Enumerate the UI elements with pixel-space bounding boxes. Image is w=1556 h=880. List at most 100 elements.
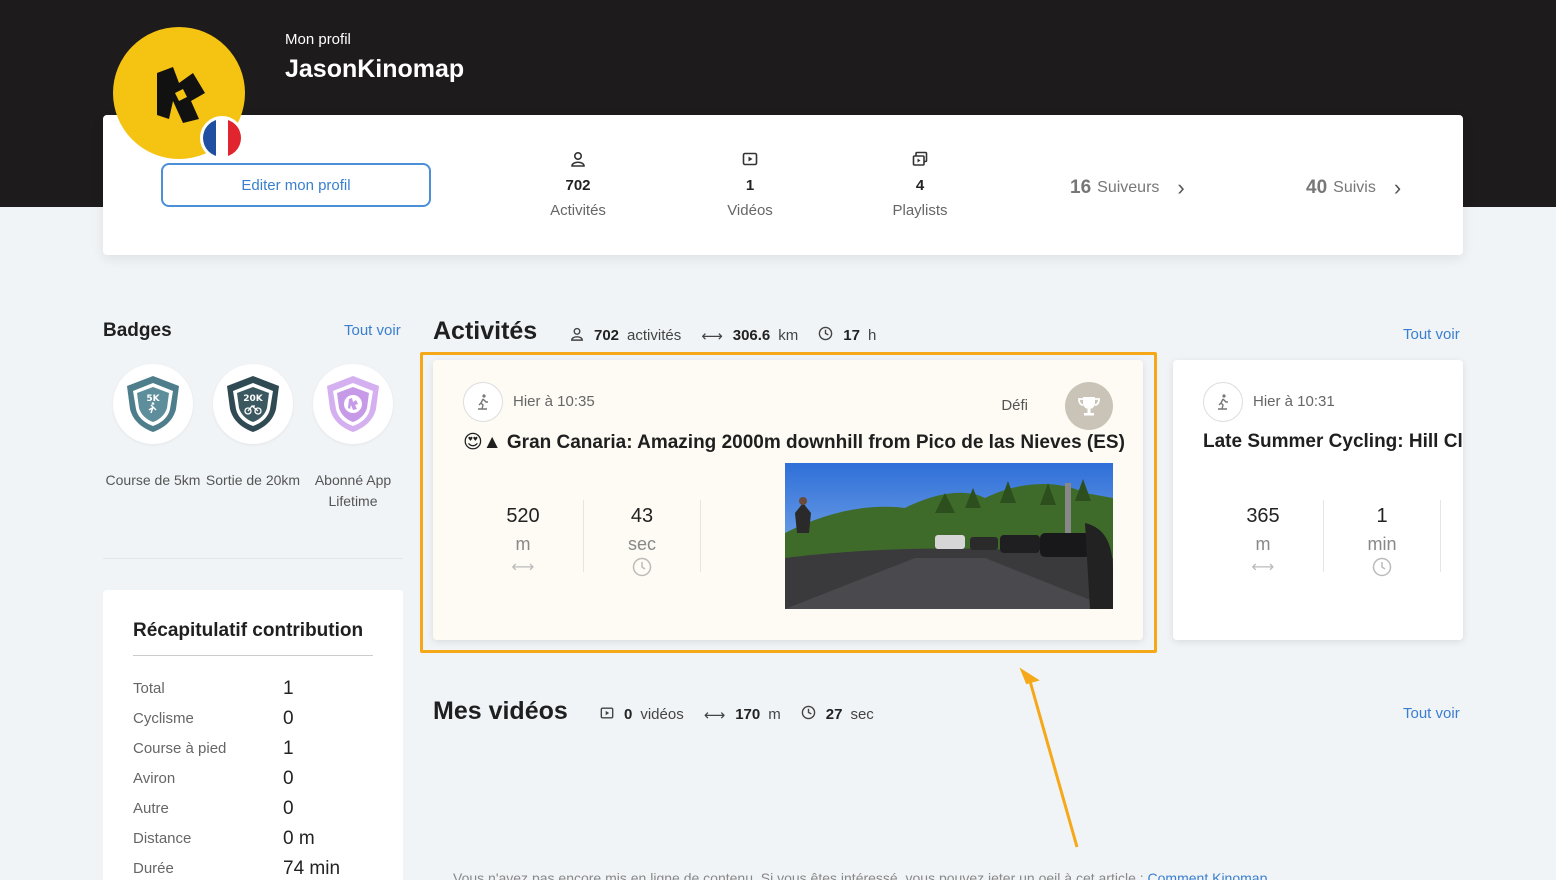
activity-card[interactable]: Hier à 10:35 Défi 😍▲ Gran Canaria: Amazi… <box>433 360 1143 640</box>
activity-video-thumbnail[interactable] <box>785 463 1113 609</box>
activities-see-all-link[interactable]: Tout voir <box>1403 326 1460 343</box>
recap-row-label: Durée <box>133 860 174 877</box>
clock-icon <box>592 557 692 577</box>
activities-count-unit: activités <box>627 327 682 344</box>
activity-distance-unit: m <box>1255 534 1271 554</box>
profile-label: Mon profil <box>285 31 351 48</box>
following-count: 40 <box>1306 177 1328 198</box>
recap-row-label: Aviron <box>133 770 176 787</box>
video-icon <box>600 706 614 724</box>
activities-duration-unit: h <box>867 327 877 344</box>
clock-icon <box>818 326 833 345</box>
activity-card[interactable]: Hier à 10:31 Late Summer Cycling: Hill C… <box>1173 360 1463 640</box>
metric-divider <box>1323 500 1324 572</box>
stat-activities-value: 702 <box>565 177 591 194</box>
badge-lifetime[interactable]: Abonné App Lifetime <box>313 364 393 512</box>
kinomap-article-link[interactable]: Comment Kinomap <box>1148 870 1268 880</box>
recap-row-value: 0 <box>283 798 294 819</box>
videos-summary: 0 vidéos ⟷ 170 m 27 sec <box>600 705 874 724</box>
activities-distance: 306.6 <box>732 327 771 344</box>
stat-videos[interactable]: 1 Vidéos <box>680 151 820 219</box>
activity-time: Hier à 10:35 <box>513 393 595 410</box>
recap-row-label: Total <box>133 680 165 697</box>
user-icon <box>508 151 648 169</box>
france-flag-icon <box>200 116 244 160</box>
badges-see-all-link[interactable]: Tout voir <box>344 322 401 339</box>
trophy-icon <box>1065 382 1113 430</box>
badge-20k-shield-icon: 20K <box>227 376 279 432</box>
activity-duration-value: 43 <box>630 505 654 527</box>
stat-videos-label: Vidéos <box>727 202 773 219</box>
sidebar-divider <box>103 558 403 559</box>
stat-playlists-value: 4 <box>915 177 925 194</box>
video-icon <box>680 151 820 169</box>
activities-duration: 17 <box>843 327 860 344</box>
walking-icon <box>463 382 503 422</box>
annotation-arrow-icon <box>1019 667 1079 848</box>
no-content-text: Vous n'avez pas encore mis en ligne de c… <box>453 870 1148 880</box>
distance-arrow-icon: ⟷ <box>703 706 726 724</box>
following-link[interactable]: 40 Suivis › <box>1306 175 1401 201</box>
recap-row: Course à pied 1 <box>133 738 373 770</box>
recap-row: Autre 0 <box>133 798 373 830</box>
recap-row: Total 1 <box>133 678 373 710</box>
badge-lifetime-label: Abonné App Lifetime <box>314 472 392 509</box>
activities-distance-unit: km <box>778 327 799 344</box>
user-icon <box>570 327 584 345</box>
badges-title: Badges <box>103 320 172 341</box>
distance-arrow-icon: ⟷ <box>1251 559 1275 576</box>
profile-card: Editer mon profil 702 Activités 1 Vidéos… <box>103 115 1463 255</box>
walking-icon <box>1203 382 1243 422</box>
stat-playlists-label: Playlists <box>892 202 948 219</box>
badge-5k[interactable]: 5K Course de 5km <box>106 364 200 491</box>
challenge-tag: Défi <box>1001 397 1028 414</box>
activity-duration-unit: min <box>1367 534 1397 554</box>
recap-row-value: 0 m <box>283 828 315 849</box>
stat-activities[interactable]: 702 Activités <box>508 151 648 219</box>
activities-title: Activités <box>433 317 538 345</box>
stat-playlists[interactable]: 4 Playlists <box>850 151 990 219</box>
videos-see-all-link[interactable]: Tout voir <box>1403 705 1460 722</box>
edit-profile-button[interactable]: Editer mon profil <box>161 163 431 207</box>
activity-title[interactable]: Late Summer Cycling: Hill Climb <box>1203 431 1463 453</box>
followers-count: 16 <box>1070 177 1092 198</box>
contribution-recap-card: Récapitulatif contribution Total 1 Cycli… <box>103 590 403 880</box>
chevron-right-icon: › <box>1393 175 1402 200</box>
activity-duration-unit: sec <box>627 534 656 554</box>
activity-distance-value: 520 <box>506 505 540 527</box>
recap-row-value: 74 min <box>283 858 341 879</box>
metric-divider <box>583 500 584 572</box>
recap-row-label: Cyclisme <box>133 710 194 727</box>
stat-activities-label: Activités <box>550 202 606 219</box>
videos-count: 0 <box>624 706 633 723</box>
recap-row-value: 0 <box>283 708 294 729</box>
videos-distance-unit: m <box>768 706 781 723</box>
recap-row: Durée 74 min <box>133 858 373 880</box>
recap-row: Distance 0 m <box>133 828 373 860</box>
followers-link[interactable]: 16 Suiveurs › <box>1070 175 1185 201</box>
videos-count-unit: vidéos <box>640 706 684 723</box>
activity-distance-value: 365 <box>1246 505 1280 527</box>
activity-title[interactable]: 😍▲ Gran Canaria: Amazing 2000m downhill … <box>463 431 1125 454</box>
recap-row: Aviron 0 <box>133 768 373 800</box>
activity-time: Hier à 10:31 <box>1253 393 1335 410</box>
activity-distance-unit: m <box>515 534 531 554</box>
recap-title: Récapitulatif contribution <box>133 620 364 641</box>
badge-5k-shield-icon: 5K <box>127 376 179 432</box>
videos-duration-unit: sec <box>850 706 874 723</box>
videos-duration: 27 <box>825 706 843 723</box>
recap-row-label: Course à pied <box>133 740 227 757</box>
activity-duration: 43 sec <box>592 505 692 577</box>
playlist-icon <box>850 151 990 169</box>
recap-row-value: 1 <box>283 678 294 699</box>
chevron-right-icon: › <box>1177 175 1185 200</box>
clock-icon <box>801 705 816 724</box>
badge-lifetime-shield-icon <box>327 376 379 432</box>
clock-icon <box>1332 557 1432 577</box>
recap-row-value: 1 <box>283 738 294 759</box>
videos-title: Mes vidéos <box>433 697 568 725</box>
badge-5k-label: Course de 5km <box>105 472 201 488</box>
recap-divider <box>133 655 373 656</box>
recap-row-label: Distance <box>133 830 192 847</box>
badge-20k[interactable]: 20K Sortie de 20km <box>206 364 300 491</box>
